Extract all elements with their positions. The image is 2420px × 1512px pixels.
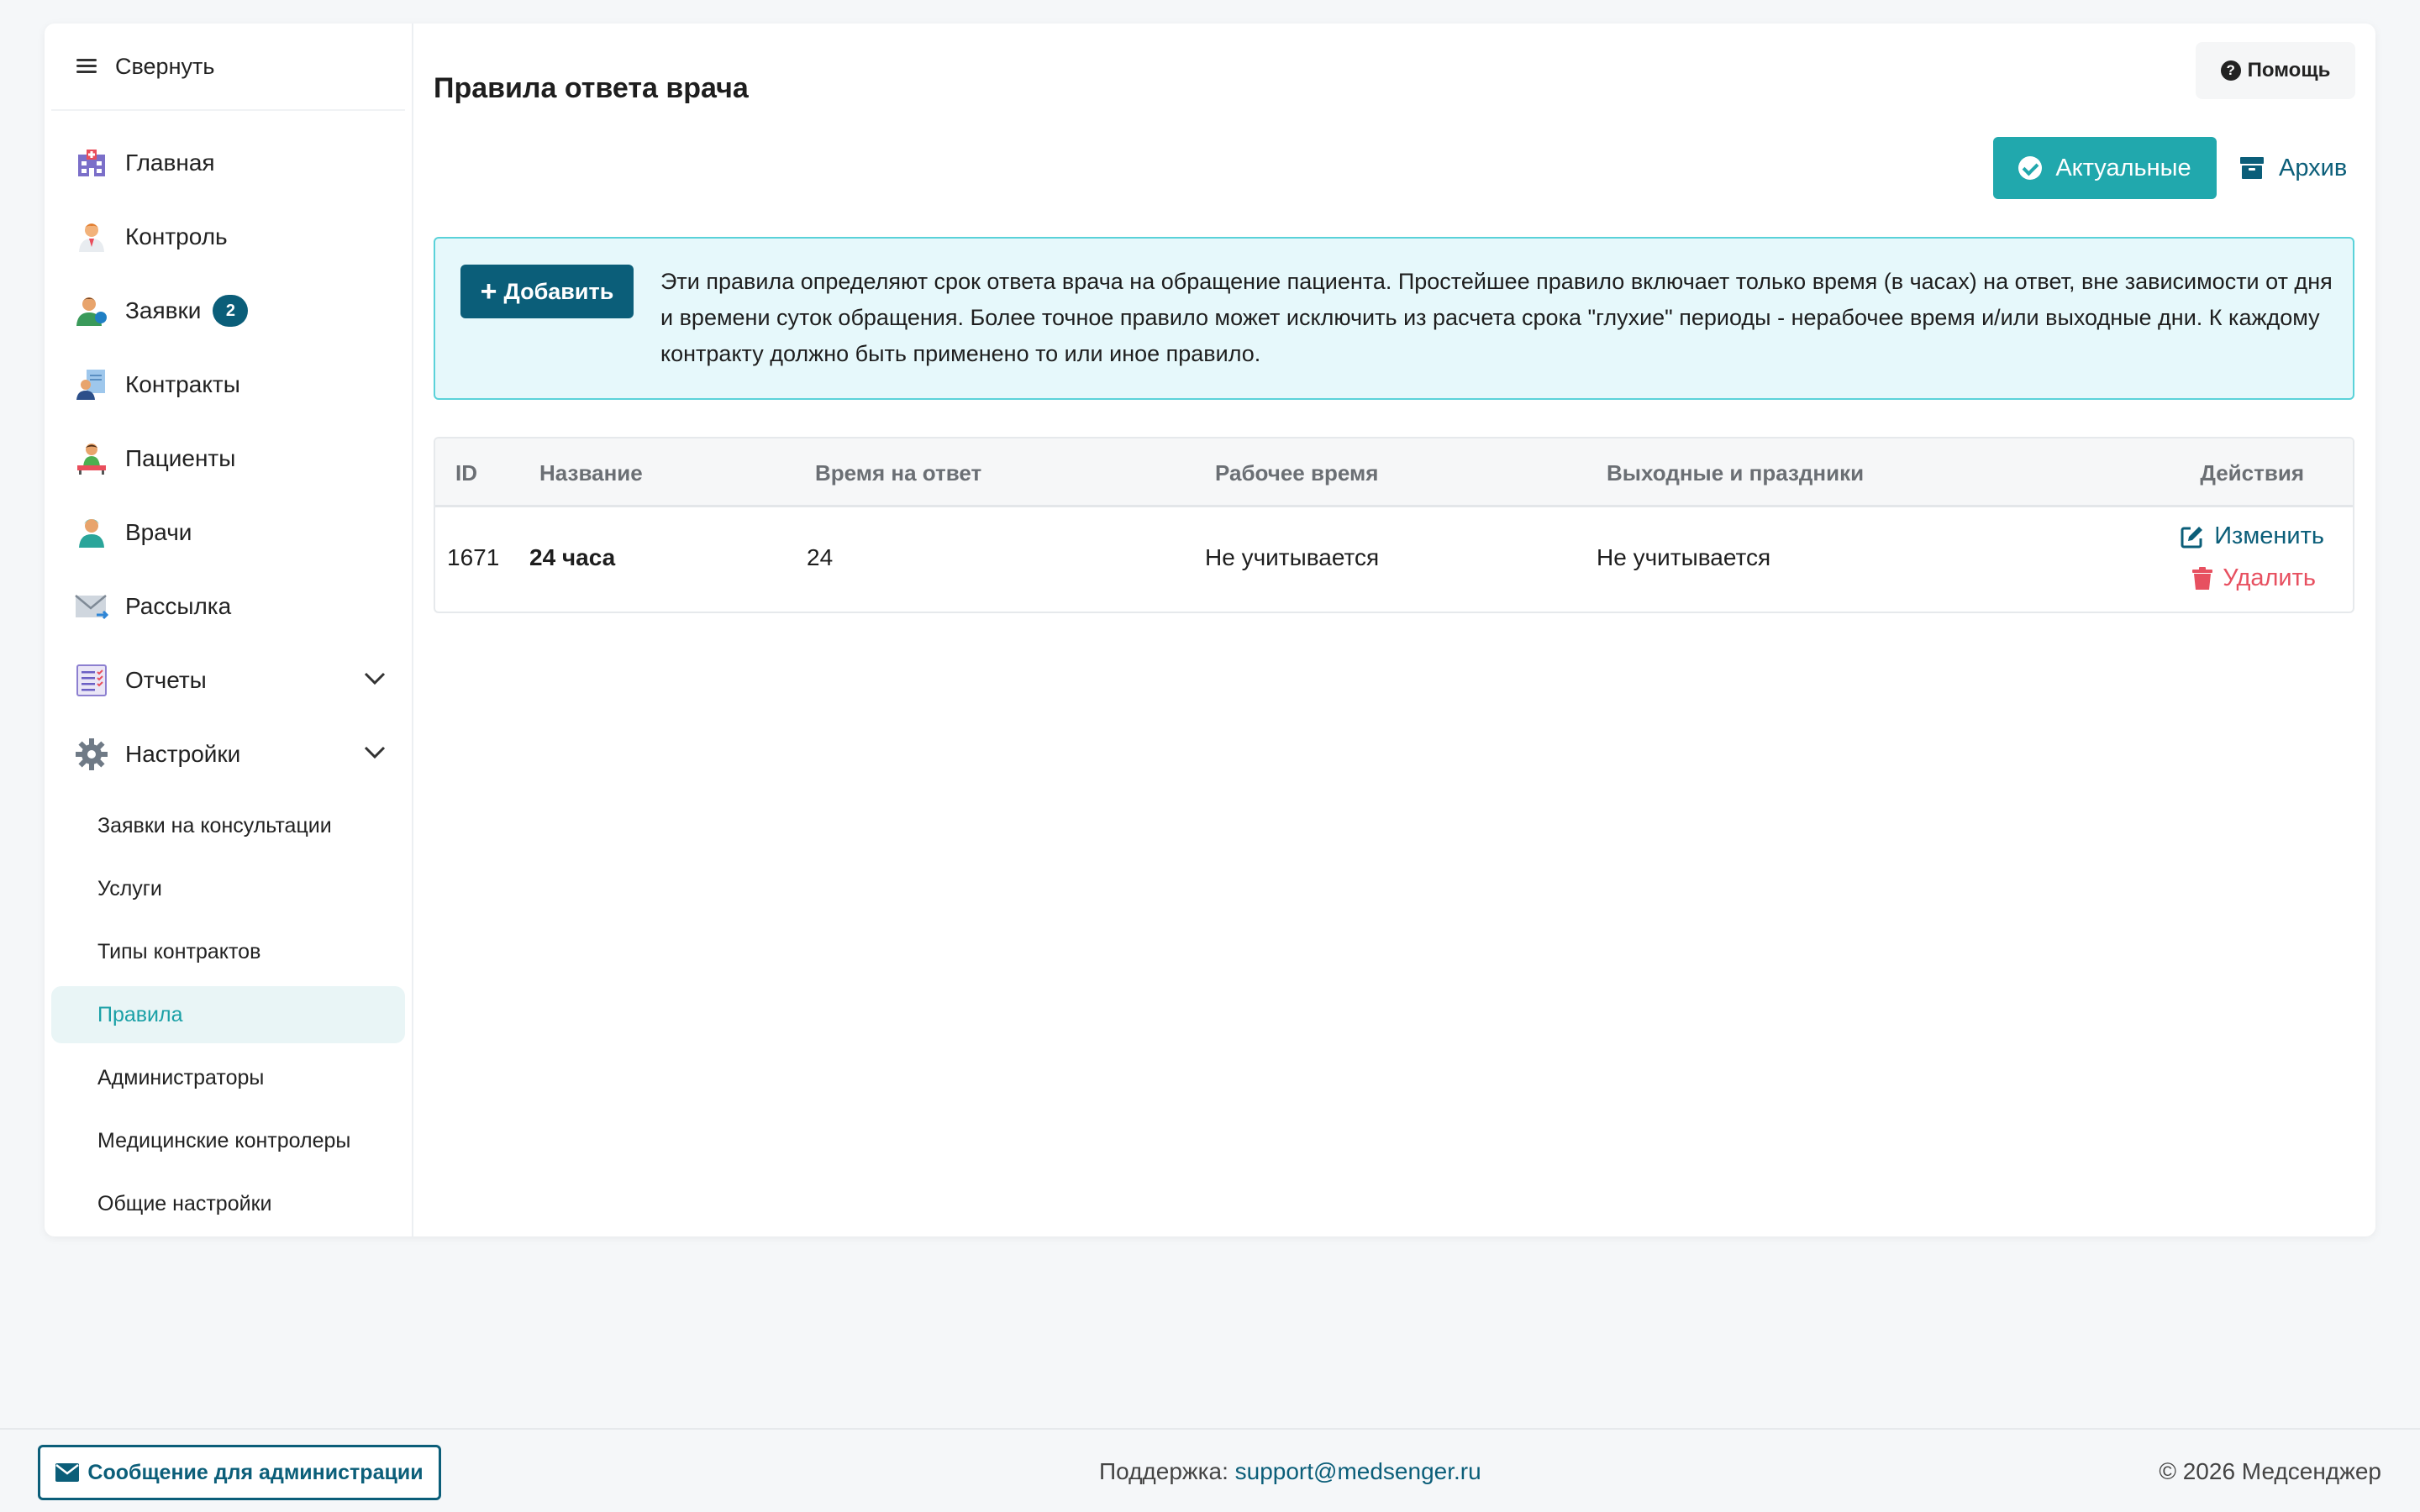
filter-archive-button[interactable]: Архив (2228, 137, 2354, 199)
rules-table: ID Название Время на ответ Рабочее время… (434, 437, 2354, 613)
sidebar-item-label: Главная (125, 150, 215, 176)
sidebar-item-home[interactable]: Главная (51, 126, 405, 200)
sidebar-item-label: Контроль (125, 223, 228, 249)
hamburger-icon (76, 59, 97, 74)
doctor-icon (79, 223, 104, 252)
message-admin-label: Сообщение для администрации (87, 1460, 424, 1484)
sidebar-subitem-services[interactable]: Услуги (51, 860, 405, 917)
chevron-down-icon[interactable] (363, 744, 387, 761)
sidebar-item-label: Заявки (125, 297, 202, 323)
reports-icon (76, 664, 107, 696)
sidebar-item-label: Отчеты (125, 667, 207, 693)
collapse-sidebar-button[interactable]: Свернуть (51, 24, 405, 111)
table-header: ID Название Время на ответ Рабочее время… (435, 438, 2353, 507)
archive-icon (2240, 157, 2264, 179)
sidebar-item-label: Настройки (125, 741, 241, 767)
check-circle-icon (2018, 156, 2043, 180)
column-header-name: Название (539, 460, 643, 486)
footer: Сообщение для администрации Поддержка: s… (0, 1428, 2420, 1512)
sidebar-item-label: Пациенты (125, 445, 236, 471)
message-admin-button[interactable]: Сообщение для администрации (38, 1445, 441, 1500)
cell-id: 1671 (447, 544, 500, 570)
sidebar-subitem-general-settings[interactable]: Общие настройки (51, 1175, 405, 1232)
delete-rule-link[interactable]: Удалить (2192, 564, 2316, 592)
info-text: Эти правила определяют срок ответа врача… (660, 269, 2333, 366)
sidebar-subitem-medical-controllers[interactable]: Медицинские контролеры (51, 1112, 405, 1169)
sidebar-subitem-contract-types[interactable]: Типы контрактов (51, 923, 405, 980)
page-title: Правила ответа врача (434, 72, 749, 104)
sidebar-item-label: Рассылка (125, 593, 232, 619)
sidebar-subitem-rules[interactable]: Правила (51, 986, 405, 1043)
cell-name: 24 часа (529, 544, 616, 570)
copyright: © 2026 Медсенджер (2159, 1458, 2381, 1484)
collapse-label: Свернуть (115, 53, 215, 79)
patients-icon (77, 444, 106, 475)
sidebar-item-mailing[interactable]: Рассылка (51, 570, 405, 643)
hospital-icon (78, 150, 105, 176)
edit-rule-link[interactable]: Изменить (2181, 522, 2324, 550)
trash-icon (2192, 566, 2213, 590)
table-row: 1671 24 часа 24 Не учитывается Не учитыв… (435, 507, 2353, 612)
sidebar-item-doctors[interactable]: Врачи (51, 496, 405, 570)
contracts-icon (76, 370, 105, 400)
filter-actual-label: Актуальные (2055, 154, 2191, 181)
gear-icon (76, 738, 108, 770)
envelope-icon (55, 1463, 80, 1482)
add-label: Добавить (503, 278, 614, 304)
sidebar-item-contracts[interactable]: Контракты (51, 348, 405, 422)
column-header-holidays: Выходные и праздники (1607, 460, 1865, 486)
delete-label: Удалить (2223, 564, 2316, 591)
sidebar-subitem-administrators[interactable]: Администраторы (51, 1049, 405, 1106)
sidebar-item-label: Врачи (125, 519, 192, 545)
support-label: Поддержка: (1099, 1458, 1228, 1484)
support-email-link[interactable]: support@medsenger.ru (1235, 1458, 1481, 1484)
cell-holidays: Не учитывается (1597, 544, 1771, 570)
cell-time: 24 (807, 544, 834, 570)
cell-work: Не учитывается (1205, 544, 1380, 570)
question-icon: ? (2220, 60, 2241, 81)
sidebar-nav: Главная Контроль Заявки 2 Контракты Паци… (51, 126, 405, 1232)
mail-icon (75, 595, 108, 620)
help-button[interactable]: ? Помощь (2196, 42, 2355, 99)
filter-archive-label: Архив (2279, 154, 2348, 181)
sidebar: Свернуть Главная Контроль Заявки 2 Контр… (45, 24, 413, 1236)
sidebar-item-reports[interactable]: Отчеты (51, 643, 405, 717)
chevron-down-icon[interactable] (363, 670, 387, 687)
user-requests-icon (76, 297, 107, 326)
add-rule-button[interactable]: + Добавить (460, 265, 634, 318)
sidebar-item-patients[interactable]: Пациенты (51, 422, 405, 496)
edit-icon (2181, 526, 2203, 548)
support-info: Поддержка: support@medsenger.ru (1099, 1458, 1481, 1485)
app-card: Свернуть Главная Контроль Заявки 2 Контр… (45, 24, 2375, 1236)
sidebar-item-label: Контракты (125, 371, 240, 397)
sidebar-subitem-consultations[interactable]: Заявки на консультации (51, 797, 405, 854)
column-header-actions: Действия (2200, 460, 2304, 486)
sidebar-item-requests[interactable]: Заявки 2 (51, 274, 405, 348)
column-header-work: Рабочее время (1215, 460, 1379, 486)
sidebar-item-control[interactable]: Контроль (51, 200, 405, 274)
doctors-icon (79, 519, 104, 548)
filter-actual-button[interactable]: Актуальные (1993, 137, 2217, 199)
main-content: Правила ответа врача ? Помощь Актуальные… (413, 24, 2375, 1236)
edit-label: Изменить (2214, 522, 2324, 549)
column-header-id: ID (455, 460, 477, 486)
column-header-time: Время на ответ (815, 460, 982, 486)
sidebar-item-settings[interactable]: Настройки (51, 717, 405, 791)
requests-count-badge: 2 (213, 295, 249, 327)
plus-icon: + (480, 276, 497, 307)
help-label: Помощь (2247, 59, 2331, 81)
info-alert: + Добавить Эти правила определяют срок о… (434, 237, 2354, 400)
